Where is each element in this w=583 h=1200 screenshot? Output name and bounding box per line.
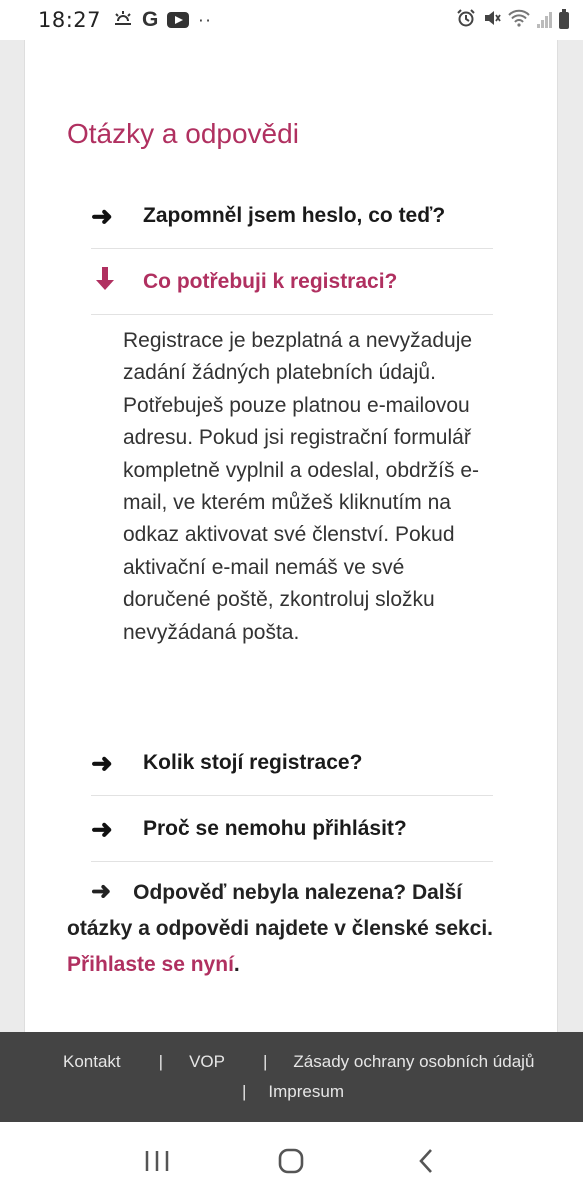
login-suffix: . xyxy=(233,953,240,976)
system-nav-bar xyxy=(0,1122,583,1200)
status-time: 18:27 xyxy=(38,8,102,32)
faq-item-forgot-password[interactable]: ➜ Zapomněl jsem heslo, co teď? xyxy=(91,183,493,249)
faq-question: Zapomněl jsem heslo, co teď? xyxy=(143,203,446,227)
faq-answer: Registrace je bezplatná a nevyžaduje zad… xyxy=(123,329,480,644)
footer-link-terms[interactable]: VOP xyxy=(189,1052,225,1072)
home-icon[interactable] xyxy=(271,1141,311,1181)
faq-question: Proč se nemohu přihlásit? xyxy=(143,816,407,840)
faq-item-registration-cost[interactable]: ➜ Kolik stojí registrace? xyxy=(91,730,493,796)
wifi-icon xyxy=(508,9,530,32)
not-found-notice: ➜ Odpověď nebyla nalezena? Další otázky a… xyxy=(67,874,507,983)
signal-icon xyxy=(537,12,552,28)
faq-title: Otázky a odpovědi xyxy=(67,118,299,149)
footer-links-row: Kontakt | VOP | Zásady ochrany osobních … xyxy=(63,1052,534,1072)
recent-apps-icon[interactable] xyxy=(137,1141,177,1181)
faq-card: Otázky a odpovědi ➜ Zapomněl jsem heslo,… xyxy=(24,40,558,1032)
arrow-right-icon: ➜ xyxy=(91,878,112,905)
weather-sun-icon xyxy=(113,10,133,31)
faq-item-registration-requirements[interactable]: Co potřebuji k registraci? xyxy=(91,249,493,315)
arrow-down-icon xyxy=(91,267,143,296)
faq-question: Kolik stojí registrace? xyxy=(143,750,363,774)
status-right-icons xyxy=(456,8,569,32)
alarm-icon xyxy=(456,8,476,32)
footer-separator: | xyxy=(262,1052,268,1071)
footer-separator: | xyxy=(158,1052,164,1071)
back-icon[interactable] xyxy=(406,1141,446,1181)
faq-item-cannot-login[interactable]: ➜ Proč se nemohu přihlásit? xyxy=(91,796,493,862)
google-icon: G xyxy=(142,8,159,31)
battery-icon xyxy=(559,8,569,29)
footer-links-row: | Impresum xyxy=(242,1082,344,1102)
footer-link-privacy[interactable]: Zásady ochrany osobních údajů xyxy=(293,1052,534,1072)
status-left-icons: G ·· xyxy=(113,8,213,32)
footer: Kontakt | VOP | Zásady ochrany osobních … xyxy=(0,1032,583,1122)
footer-link-imprint[interactable]: Impresum xyxy=(268,1082,344,1102)
not-found-text: Odpověď nebyla nalezena? Další otázky a … xyxy=(67,881,494,940)
footer-separator: | xyxy=(242,1082,247,1101)
mute-icon xyxy=(483,9,501,32)
arrow-right-icon: ➜ xyxy=(91,200,113,231)
footer-link-contact[interactable]: Kontakt xyxy=(63,1052,121,1072)
login-link[interactable]: Přihlaste se nyní xyxy=(67,953,234,976)
arrow-right-icon: ➜ xyxy=(91,747,113,778)
status-bar: 18:27 G ·· xyxy=(0,0,583,40)
arrow-right-icon: ➜ xyxy=(91,813,113,844)
more-dots-icon: ·· xyxy=(198,10,213,30)
youtube-icon xyxy=(167,12,190,28)
faq-question: Co potřebuji k registraci? xyxy=(143,269,398,293)
